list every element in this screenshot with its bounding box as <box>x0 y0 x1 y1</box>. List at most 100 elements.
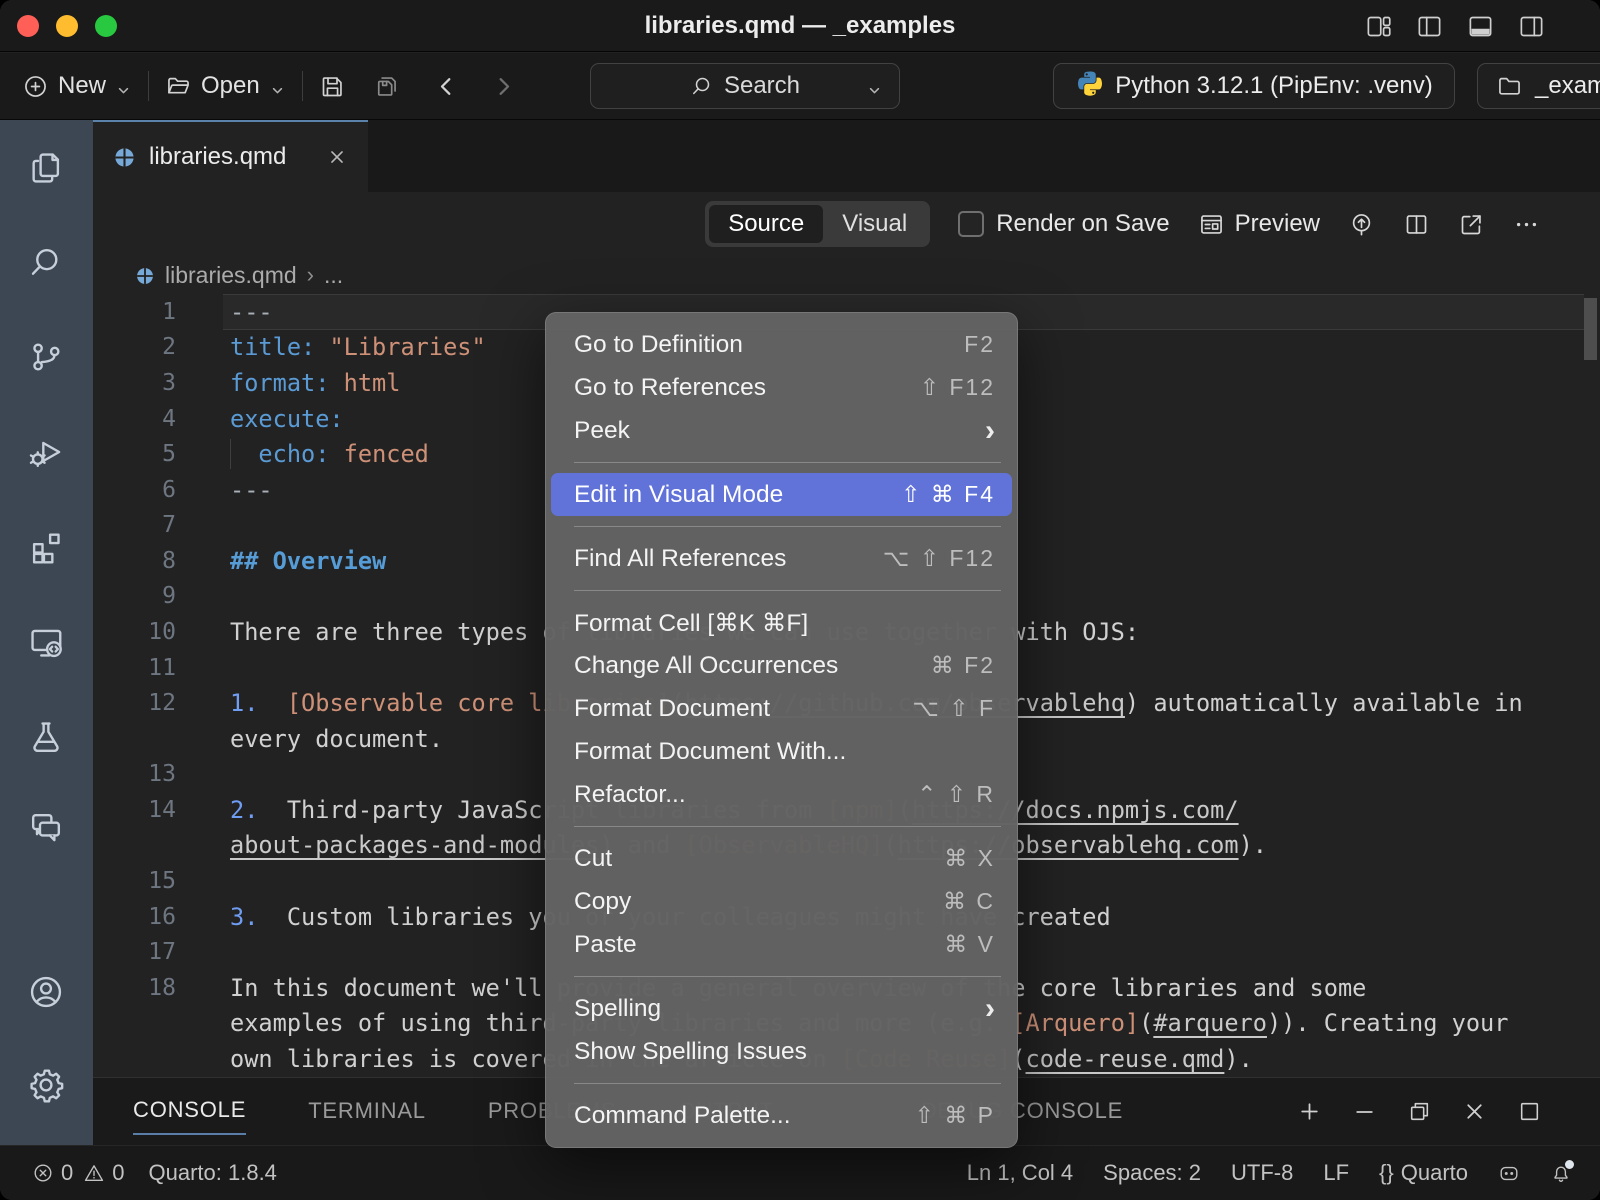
restore-icon[interactable] <box>1407 1099 1432 1124</box>
status-assistant[interactable] <box>1498 1162 1520 1184</box>
line-number: 4 <box>93 406 176 432</box>
menu-item-shortcut: ⌘ V <box>944 931 995 958</box>
menu-separator <box>574 590 1001 591</box>
preview-button[interactable]: Preview <box>1198 210 1320 238</box>
breadcrumb-more[interactable]: ... <box>324 262 343 289</box>
remote-explorer-icon[interactable] <box>27 623 65 661</box>
app-window: libraries.qmd — _examples New Open Searc… <box>0 0 1600 1200</box>
chevron-down-icon <box>866 78 883 95</box>
close-icon[interactable] <box>1462 1099 1487 1124</box>
menu-item-go-to-definition[interactable]: Go to DefinitionF2 <box>546 323 1017 366</box>
account-icon[interactable] <box>27 973 65 1011</box>
status-eol[interactable]: LF <box>1323 1160 1349 1186</box>
save-all-icon[interactable] <box>372 73 399 100</box>
toolbar-divider <box>148 71 149 101</box>
status-quarto-version[interactable]: Quarto: 1.8.4 <box>149 1160 277 1186</box>
panel-tab-terminal[interactable]: TERMINAL <box>308 1090 426 1134</box>
publish-icon[interactable] <box>1348 211 1375 238</box>
menu-item-spelling[interactable]: Spelling› <box>546 987 1017 1030</box>
settings-icon[interactable] <box>27 1066 65 1104</box>
menu-item-go-to-references[interactable]: Go to References⇧ F12 <box>546 366 1017 409</box>
source-mode-button[interactable]: Source <box>709 205 823 243</box>
menu-item-paste[interactable]: Paste⌘ V <box>546 923 1017 966</box>
interpreter-selector[interactable]: Python 3.12.1 (PipEnv: .venv) <box>1053 63 1455 109</box>
menu-item-change-all-occurrences[interactable]: Change All Occurrences⌘ F2 <box>546 644 1017 687</box>
menu-item-label: Cut <box>574 845 944 873</box>
comments-icon[interactable] <box>27 808 65 846</box>
toggle-panel-icon[interactable] <box>1467 13 1494 40</box>
quarto-file-icon <box>135 265 155 285</box>
menu-item-format-document[interactable]: Format Document⌥ ⇧ F <box>546 687 1017 730</box>
status-indentation[interactable]: Spaces: 2 <box>1103 1160 1201 1186</box>
editor-mode-toggle: Source Visual <box>705 201 930 247</box>
status-notifications[interactable] <box>1550 1162 1572 1184</box>
menu-item-label: Show Spelling Issues <box>574 1038 995 1066</box>
line-number: 9 <box>93 583 176 609</box>
menu-item-format-cell-k-f[interactable]: Format Cell [⌘K ⌘F] <box>546 601 1017 644</box>
notification-dot <box>1565 1160 1574 1169</box>
global-search-box[interactable]: Search <box>590 63 900 109</box>
customize-layout-icon[interactable] <box>1365 13 1392 40</box>
minimize-icon[interactable] <box>1352 1099 1377 1124</box>
render-on-save-checkbox[interactable] <box>958 211 984 237</box>
tab-libraries-qmd[interactable]: libraries.qmd <box>93 120 368 192</box>
render-on-save-toggle[interactable]: Render on Save <box>958 210 1169 238</box>
encoding-label: UTF-8 <box>1231 1160 1293 1186</box>
split-editor-icon[interactable] <box>1403 211 1430 238</box>
menu-separator <box>574 462 1001 463</box>
menu-item-label: Change All Occurrences <box>574 652 931 680</box>
explorer-icon[interactable] <box>27 149 65 187</box>
code-text: format: html <box>230 369 400 397</box>
workspace-selector[interactable]: _examples <box>1477 63 1600 109</box>
extensions-icon[interactable] <box>27 528 65 566</box>
menu-item-command-palette[interactable]: Command Palette...⇧ ⌘ P <box>546 1094 1017 1137</box>
status-language-mode[interactable]: {}Quarto <box>1379 1160 1468 1186</box>
line-number: 17 <box>93 939 176 965</box>
maximize-panel-icon[interactable] <box>1517 1099 1542 1124</box>
menu-item-label: Spelling <box>574 995 985 1023</box>
navigate-forward-icon[interactable] <box>490 73 517 100</box>
save-icon[interactable] <box>319 73 346 100</box>
more-actions-icon[interactable] <box>1513 211 1540 238</box>
menu-item-shortcut: ⇧ ⌘ P <box>915 1102 995 1129</box>
source-control-icon[interactable] <box>27 338 65 376</box>
toolbar-divider <box>302 71 303 101</box>
menu-separator <box>574 526 1001 527</box>
menu-item-find-all-references[interactable]: Find All References⌥ ⇧ F12 <box>546 537 1017 580</box>
status-encoding[interactable]: UTF-8 <box>1231 1160 1293 1186</box>
menu-item-edit-in-visual-mode[interactable]: Edit in Visual Mode⇧ ⌘ F4 <box>551 473 1012 516</box>
open-button-label: Open <box>201 72 260 100</box>
toggle-secondary-sidebar-icon[interactable] <box>1518 13 1545 40</box>
assistant-icon <box>1498 1162 1520 1184</box>
menu-item-format-document-with[interactable]: Format Document With... <box>546 730 1017 773</box>
status-error-count[interactable]: 0 <box>32 1160 73 1186</box>
navigate-back-icon[interactable] <box>433 73 460 100</box>
line-number: 12 <box>93 690 176 716</box>
open-in-new-window-icon[interactable] <box>1458 211 1485 238</box>
open-button[interactable]: Open <box>165 72 286 100</box>
new-button[interactable]: New <box>22 72 132 100</box>
breadcrumb-file[interactable]: libraries.qmd <box>165 262 297 289</box>
status-cursor-position[interactable]: Ln 1, Col 4 <box>967 1160 1073 1186</box>
menu-item-shortcut: ⇧ F12 <box>920 374 995 401</box>
preview-icon <box>1198 211 1225 238</box>
testing-icon[interactable] <box>27 718 65 756</box>
status-warning-count[interactable]: 0 <box>83 1160 124 1186</box>
editor-scrollbar-thumb[interactable] <box>1584 298 1597 360</box>
line-number: 15 <box>93 868 176 894</box>
menu-item-copy[interactable]: Copy⌘ C <box>546 880 1017 923</box>
run-debug-icon[interactable] <box>27 433 65 471</box>
search-icon[interactable] <box>27 243 65 281</box>
toggle-primary-sidebar-icon[interactable] <box>1416 13 1443 40</box>
menu-item-show-spelling-issues[interactable]: Show Spelling Issues <box>546 1030 1017 1073</box>
menu-item-cut[interactable]: Cut⌘ X <box>546 837 1017 880</box>
menu-item-peek[interactable]: Peek› <box>546 409 1017 452</box>
visual-mode-button[interactable]: Visual <box>823 205 926 243</box>
add-icon[interactable] <box>1297 1099 1322 1124</box>
menu-item-refactor[interactable]: Refactor...⌃ ⇧ R <box>546 773 1017 816</box>
panel-tab-console[interactable]: CONSOLE <box>133 1089 246 1135</box>
menu-item-label: Refactor... <box>574 781 917 809</box>
breadcrumb: libraries.qmd › ... <box>93 256 1600 294</box>
code-text: --- <box>230 298 273 326</box>
close-tab-icon[interactable] <box>326 146 348 168</box>
